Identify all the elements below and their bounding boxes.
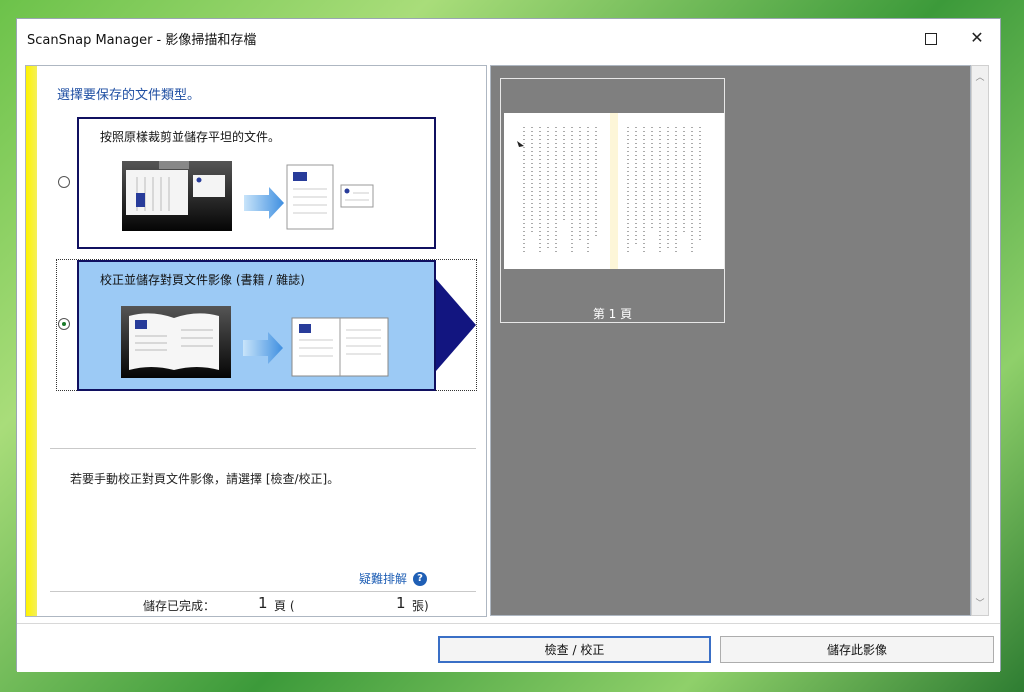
scansnap-window: ScanSnap Manager - 影像掃描和存檔 ✕ 選擇要保存的文件類型。… [16, 18, 1001, 672]
close-button[interactable]: ✕ [954, 23, 1000, 53]
scanned-text-columns [517, 113, 701, 269]
radio-flat-document[interactable] [58, 176, 70, 188]
page-thumbnail[interactable]: 第 1 頁 [500, 78, 725, 323]
troubleshooting-link[interactable]: 疑難排解 ? [359, 570, 428, 587]
minimize-button[interactable] [862, 23, 908, 53]
option-spread-document[interactable]: 校正並儲存對頁文件影像 (書籍 / 雜誌) [77, 260, 436, 391]
saved-sheets-unit: 張) [412, 599, 429, 613]
saved-pages-count: 1 [258, 594, 268, 612]
maximize-button[interactable] [908, 23, 954, 53]
saved-sheets-count: 1 [396, 594, 406, 612]
troubleshooting-label: 疑難排解 [359, 572, 408, 586]
scroll-up-icon[interactable]: ︿ [974, 70, 986, 83]
scroll-down-icon[interactable]: ﹀ [974, 596, 986, 609]
action-bar: 檢查 / 校正 儲存此影像 [17, 623, 1000, 672]
save-image-button[interactable]: 儲存此影像 [720, 636, 994, 663]
document-type-panel: 選擇要保存的文件類型。 按照原樣裁剪並儲存平坦的文件。 校正並儲存對頁文件影像 … [25, 65, 487, 617]
selection-pointer-icon [436, 279, 476, 371]
window-title: ScanSnap Manager - 影像掃描和存檔 [27, 33, 257, 48]
section-divider [50, 448, 476, 449]
scanned-page-image [504, 113, 724, 269]
accent-bar [26, 66, 37, 616]
help-icon: ? [413, 571, 428, 586]
radio-spread-document[interactable] [58, 318, 70, 330]
panel-heading: 選擇要保存的文件類型。 [57, 88, 201, 103]
option-flat-document[interactable]: 按照原樣裁剪並儲存平坦的文件。 [77, 117, 436, 249]
title-bar: ScanSnap Manager - 影像掃描和存檔 ✕ [17, 19, 1000, 57]
preview-scrollbar[interactable]: ︿ ﹀ [971, 65, 989, 616]
check-correct-button[interactable]: 檢查 / 校正 [438, 636, 711, 663]
status-divider [50, 591, 476, 592]
manual-correction-hint: 若要手動校正對頁文件影像，請選擇 [檢查/校正]。 [70, 472, 340, 486]
flat-document-illustration [122, 161, 374, 231]
save-status-label: 儲存已完成： [143, 599, 216, 613]
spread-document-illustration [121, 306, 389, 378]
saved-pages-unit: 頁 ( [274, 599, 295, 613]
page-caption: 第 1 頁 [592, 307, 633, 321]
preview-panel: 第 1 頁 [490, 65, 971, 616]
maximize-icon [925, 32, 937, 45]
